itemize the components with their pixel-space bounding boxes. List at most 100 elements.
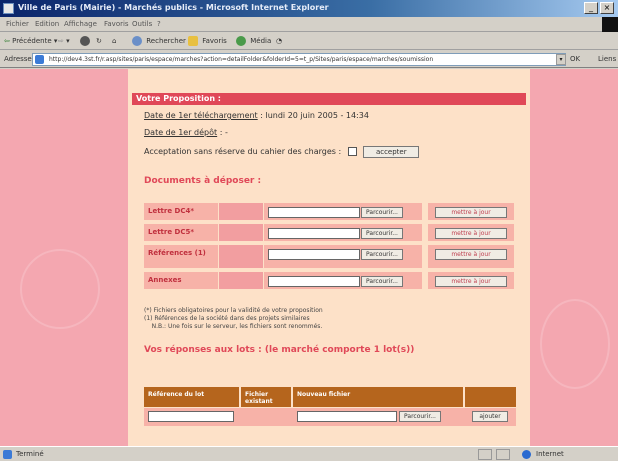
forward-dropdown-icon: ▾ <box>66 37 70 45</box>
favorites-icon <box>188 36 198 46</box>
media-button[interactable]: Média <box>236 35 271 48</box>
accept-button[interactable]: accepter <box>363 146 420 158</box>
section-title: Votre Proposition : <box>132 93 526 105</box>
back-label: Précédente <box>12 37 52 45</box>
lots-header-existing: Fichier existant <box>241 387 291 407</box>
cell-spacer <box>423 245 427 268</box>
first-deposit-label: Date de 1er dépôt <box>144 128 218 137</box>
window-title: Ville de Paris (Mairie) - Marchés public… <box>18 3 329 12</box>
status-page-icon <box>3 450 12 459</box>
update-button[interactable]: mettre à jour <box>435 276 507 287</box>
address-input[interactable]: http://dev4.3st.fr/r.asp/sites/paris/esp… <box>32 53 566 66</box>
lot-add-button[interactable]: ajouter <box>472 411 508 422</box>
lots-header-reference: Référence du lot <box>144 387 239 407</box>
document-upload-cell: Parcourir... <box>264 224 422 241</box>
document-label: Références (1) <box>144 245 218 268</box>
browser-window: Ville de Paris (Mairie) - Marchés public… <box>0 0 618 461</box>
document-indicator <box>219 224 263 241</box>
document-indicator <box>219 203 263 220</box>
document-label: Lettre DC5* <box>144 224 218 241</box>
internet-zone-icon <box>522 450 531 459</box>
update-button[interactable]: mettre à jour <box>435 228 507 239</box>
home-button[interactable]: ⌂ <box>112 35 116 48</box>
lots-title: Vos réponses aux lots : (le marché compo… <box>144 345 415 355</box>
lots-header-action <box>465 387 516 407</box>
document-upload-cell: Parcourir... <box>264 272 422 289</box>
ie-icon <box>3 3 14 14</box>
first-download-line: Date de 1er téléchargement : lundi 20 ju… <box>144 111 369 120</box>
windows-logo <box>602 17 618 32</box>
menu-edition[interactable]: Edition <box>35 20 59 28</box>
lot-file-input[interactable] <box>297 411 397 422</box>
first-download-label: Date de 1er téléchargement <box>144 111 258 120</box>
lot-browse-button[interactable]: Parcourir... <box>399 411 441 422</box>
document-row: Lettre DC4* Parcourir... mettre à jour <box>144 203 514 222</box>
back-button[interactable]: ⇦ Précédente ▾ <box>4 35 57 48</box>
lots-table-header: Référence du lot Fichier existant Nouvea… <box>144 387 516 407</box>
media-label: Média <box>250 37 272 45</box>
document-label: Lettre DC4* <box>144 203 218 220</box>
update-button[interactable]: mettre à jour <box>435 249 507 260</box>
links-button[interactable]: Liens <box>598 55 616 63</box>
home-icon: ⌂ <box>112 37 117 45</box>
file-input[interactable] <box>268 207 360 218</box>
menu-affichage[interactable]: Affichage <box>64 20 97 28</box>
browse-button[interactable]: Parcourir... <box>361 249 403 260</box>
address-dropdown-icon[interactable]: ▾ <box>556 54 566 65</box>
menu-outils[interactable]: Outils <box>132 20 152 28</box>
refresh-icon: ↻ <box>96 37 102 45</box>
file-input[interactable] <box>268 249 360 260</box>
acceptance-line: Acceptation sans réserve du cahier des c… <box>144 146 420 158</box>
refresh-button[interactable]: ↻ <box>96 35 102 48</box>
lots-row: Parcourir... ajouter <box>144 408 516 426</box>
cell-spacer <box>423 272 427 289</box>
forward-button[interactable]: ⇨ ▾ <box>58 35 70 48</box>
document-action-cell: mettre à jour <box>428 203 514 220</box>
document-row: Lettre DC5* Parcourir... mettre à jour <box>144 224 514 243</box>
page-icon <box>35 55 44 64</box>
menu-favoris[interactable]: Favoris <box>104 20 129 28</box>
status-panel <box>478 449 492 460</box>
document-upload-cell: Parcourir... <box>264 245 422 268</box>
background-decoration <box>540 299 610 389</box>
acceptance-checkbox[interactable] <box>347 147 357 156</box>
back-arrow-icon: ⇦ <box>4 37 10 45</box>
browse-button[interactable]: Parcourir... <box>361 276 403 287</box>
document-action-cell: mettre à jour <box>428 245 514 268</box>
browse-button[interactable]: Parcourir... <box>361 228 403 239</box>
acceptance-text: Acceptation sans réserve du cahier des c… <box>144 147 342 156</box>
file-input[interactable] <box>268 228 360 239</box>
favorites-label: Favoris <box>202 37 227 45</box>
menu-fichier[interactable]: Fichier <box>6 20 29 28</box>
main-content: Votre Proposition : Date de 1er téléchar… <box>128 69 530 446</box>
search-label: Rechercher <box>146 37 186 45</box>
document-action-cell: mettre à jour <box>428 224 514 241</box>
first-download-value: : lundi 20 juin 2005 - 14:34 <box>260 111 369 120</box>
title-bar: Ville de Paris (Mairie) - Marchés public… <box>0 0 618 17</box>
lot-reference-input[interactable] <box>148 411 234 422</box>
page-viewport: Votre Proposition : Date de 1er téléchar… <box>0 69 618 446</box>
document-upload-cell: Parcourir... <box>264 203 422 220</box>
history-button[interactable]: ◔ <box>276 35 282 48</box>
update-button[interactable]: mettre à jour <box>435 207 507 218</box>
background-decoration <box>20 249 100 329</box>
footnotes: (*) Fichiers obligatoires pour la validi… <box>144 307 323 330</box>
minimize-button[interactable]: _ <box>584 2 598 14</box>
browse-button[interactable]: Parcourir... <box>361 207 403 218</box>
media-icon <box>236 36 246 46</box>
status-panel <box>496 449 510 460</box>
search-button[interactable]: Rechercher <box>132 35 186 48</box>
back-dropdown-icon: ▾ <box>53 37 58 45</box>
document-action-cell: mettre à jour <box>428 272 514 289</box>
close-button[interactable]: × <box>600 2 614 14</box>
document-row: Références (1) Parcourir... mettre à jou… <box>144 245 514 270</box>
file-input[interactable] <box>268 276 360 287</box>
menu-bar: Fichier Edition Affichage Favoris Outils… <box>0 17 618 32</box>
address-bar: Adresse http://dev4.3st.fr/r.asp/sites/p… <box>0 51 618 68</box>
favorites-button[interactable]: Favoris <box>188 35 227 48</box>
document-label: Annexes <box>144 272 218 289</box>
menu-help[interactable]: ? <box>157 20 161 28</box>
go-button[interactable]: OK <box>570 55 580 63</box>
stop-button[interactable] <box>80 35 92 48</box>
document-indicator <box>219 272 263 289</box>
